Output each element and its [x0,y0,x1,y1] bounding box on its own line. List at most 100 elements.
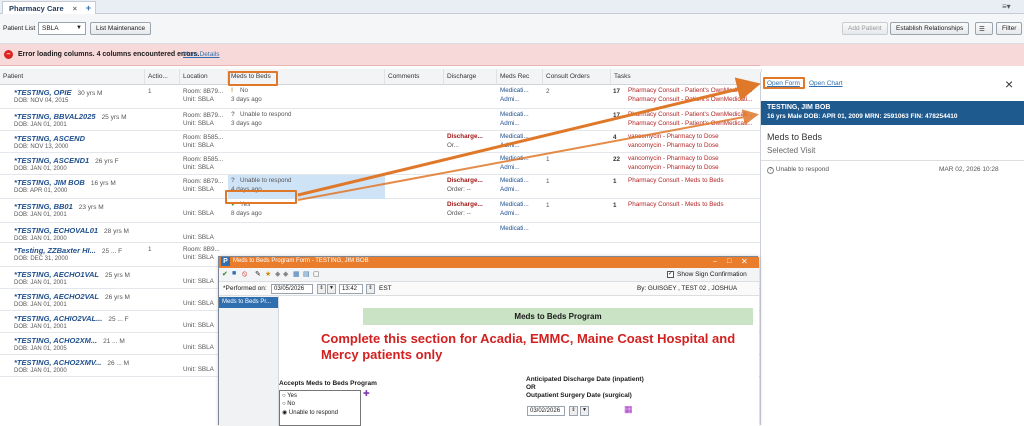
meds-rec-medication[interactable]: Medicati... [500,201,529,209]
meds-rec-admission[interactable]: Admi... [500,210,520,218]
prev-icon[interactable]: ◆ [275,270,280,278]
radio-no[interactable]: ○ No [282,401,295,407]
tab-pharmacy-care-organizer[interactable]: Pharmacy Care Organizer × + [2,1,96,22]
cancel-icon[interactable]: ⦸ [242,269,247,279]
meds-to-beds-status[interactable]: Unable to respond [240,177,291,185]
meds-to-beds-status[interactable]: No [240,87,248,95]
add-patient-button[interactable]: Add Patient [842,22,888,35]
table-row[interactable]: *TESTING, BB01 23 yrs M DOB: JAN 01, 2001 U… [0,199,762,223]
save-icon[interactable]: ■ [232,270,236,277]
meds-rec-admission[interactable]: Admi... [500,120,520,128]
patient-name[interactable]: *TESTING, ASCEND [14,134,91,143]
list-maintenance-button[interactable]: List Maintenance [90,22,152,35]
calendar-icon[interactable]: ▤ [303,270,310,278]
grid-icon[interactable]: ▦ [293,270,300,278]
meds-rec-admission[interactable]: Admi... [500,96,520,104]
patient-dob: DOB: NOV 04, 2015 [14,98,69,104]
next-icon[interactable]: ◆ [283,270,288,278]
minimize-icon[interactable]: – [713,258,717,265]
meds-rec-medication[interactable]: Medicati... [500,133,529,141]
filter-button[interactable]: Filter [996,22,1023,35]
patient-name[interactable]: *TESTING, BB01 23 yrs M [14,202,104,211]
column-header-6[interactable]: Meds Rec [497,69,543,85]
table-row[interactable]: *TESTING, ECHOVAL01 28 yrs M DOB: JAN 01, … [0,223,762,243]
performed-date-input[interactable]: 03/05/2026 [271,284,313,294]
add-comment-icon[interactable]: ✚ [363,389,370,398]
discharge-date-input[interactable]: 03/02/2026 [527,406,565,416]
column-header-8[interactable]: Tasks [611,69,762,85]
radio-yes[interactable]: ○ Yes [282,393,297,399]
radio-unable[interactable]: ◉ Unable to respond [282,409,338,416]
task-item[interactable]: Pharmacy Consult - Meds to Beds [628,201,758,209]
table-row[interactable]: *TESTING, JIM BOB 16 yrs M DOB: APR 01, 20… [0,175,762,199]
table-row[interactable]: *TESTING, OPIE 30 yrs M DOB: NOV 04, 2015 1… [0,85,762,109]
error-icon: – [4,50,13,59]
patient-name[interactable]: *TESTING, AECHO2VAL 26 yrs M [14,292,130,301]
columns-icon[interactable]: ☰ [975,22,993,35]
patient-name[interactable]: *TESTING, JIM BOB 16 yrs M [14,178,116,187]
open-chart-link[interactable]: Open Chart [809,80,843,87]
meds-rec-medication[interactable]: Medicati... [500,111,529,119]
task-item[interactable]: Pharmacy Consult - Patient's OwnMedicati… [628,111,758,119]
meds-rec-admission[interactable]: Admi... [500,142,520,150]
patient-name[interactable]: *TESTING, ACHO2XM... 21 ... M [14,336,125,345]
patient-name[interactable]: *TESTING, AECHO1VAL 25 yrs M [14,270,130,279]
close-window-icon[interactable]: ✕ [741,257,748,266]
calendar-picker-icon[interactable]: ▦ [624,404,633,415]
task-item[interactable]: Pharmacy Consult - Patient's OwnMedicati… [628,120,758,128]
column-header-2[interactable]: Location [180,69,228,85]
establish-relationships-button[interactable]: Establish Relationships [890,22,970,35]
table-row[interactable]: *TESTING, ASCEND1 26 yrs F DOB: JAN 01, 20… [0,153,762,175]
menu-icon[interactable]: ≡▾ [1002,2,1011,11]
date-dropdown-icon[interactable]: ▼ [327,284,336,294]
column-header-7[interactable]: Consult Orders [543,69,611,85]
task-item[interactable]: vancomycin - Pharmacy to Dose [628,142,758,150]
discharge-order[interactable]: Discharge... [447,133,483,141]
patient-name[interactable]: *TESTING, BBVAL2025 25 yrs M [14,112,126,121]
column-header-0[interactable]: Patient [0,69,145,85]
patient-name[interactable]: *TESTING, ACHO2XMV... 26 ... M [14,358,129,367]
rules-icon[interactable]: ★ [265,270,271,278]
meds-rec-admission[interactable]: Admi... [500,164,520,172]
column-header-1[interactable]: Actio... [145,69,180,85]
meds-rec-medication[interactable]: Medicati... [500,225,529,233]
discharge-order[interactable]: Discharge... [447,177,483,185]
date-spin-icon[interactable]: ⇕ [317,284,326,294]
table-row[interactable]: *TESTING, ASCEND DOB: NOV 13, 2000 Room: B… [0,131,762,153]
more-details-link[interactable]: More Details [183,51,219,58]
column-header-4[interactable]: Comments [385,69,444,85]
meds-rec-medication[interactable]: Medicati... [500,87,529,95]
show-sign-checkbox[interactable]: ✓ [667,271,674,278]
patient-name[interactable]: *TESTING, OPIE 30 yrs M [14,88,102,97]
meds-rec-medication[interactable]: Medicati... [500,155,529,163]
discharge-order[interactable]: Discharge... [447,201,483,209]
add-tab-icon[interactable]: + [86,3,91,13]
sign-icon[interactable]: ✔ [222,270,228,278]
tools-icon[interactable]: ✎ [255,270,261,278]
task-item[interactable]: vancomycin - Pharmacy to Dose [628,155,758,163]
patient-name[interactable]: *Testing, ZZBaxter HI... 25 ... F [14,246,122,255]
table-row[interactable]: *TESTING, BBVAL2025 25 yrs M DOB: JAN 01, … [0,109,762,131]
task-item[interactable]: vancomycin - Pharmacy to Dose [628,133,758,141]
task-item[interactable]: vancomycin - Pharmacy to Dose [628,164,758,172]
document-icon[interactable]: ▢ [313,270,320,278]
column-header-5[interactable]: Discharge [444,69,497,85]
meds-to-beds-status[interactable]: Unable to respond [240,111,291,119]
close-panel-icon[interactable]: × [1005,76,1013,92]
section-meds-to-beds[interactable]: Meds to Beds Pr... [219,297,278,308]
patient-name[interactable]: *TESTING, ACHIO2VAL... 25 ... F [14,314,129,323]
discharge-date-dropdown-icon[interactable]: ▼ [580,406,589,416]
patient-name[interactable]: *TESTING, ECHOVAL01 28 yrs M [14,226,129,235]
maximize-icon[interactable]: □ [727,258,731,265]
task-item[interactable]: Pharmacy Consult - Patient's OwnMedicati… [628,96,758,104]
task-item[interactable]: Pharmacy Consult - Meds to Beds [628,177,758,185]
meds-rec-admission[interactable]: Admi... [500,186,520,194]
meds-rec-medication[interactable]: Medicati... [500,177,529,185]
patient-list-select[interactable]: SBLA ▼ [38,22,86,35]
task-item[interactable]: Pharmacy Consult - Patient's OwnMedicati… [628,87,758,95]
performed-time-input[interactable]: 13:42 [339,284,363,294]
patient-name[interactable]: *TESTING, ASCEND1 26 yrs F [14,156,119,165]
close-tab-icon[interactable]: × [73,4,77,13]
discharge-date-spin-icon[interactable]: ⇕ [569,406,578,416]
time-spin-icon[interactable]: ⇕ [366,284,375,294]
